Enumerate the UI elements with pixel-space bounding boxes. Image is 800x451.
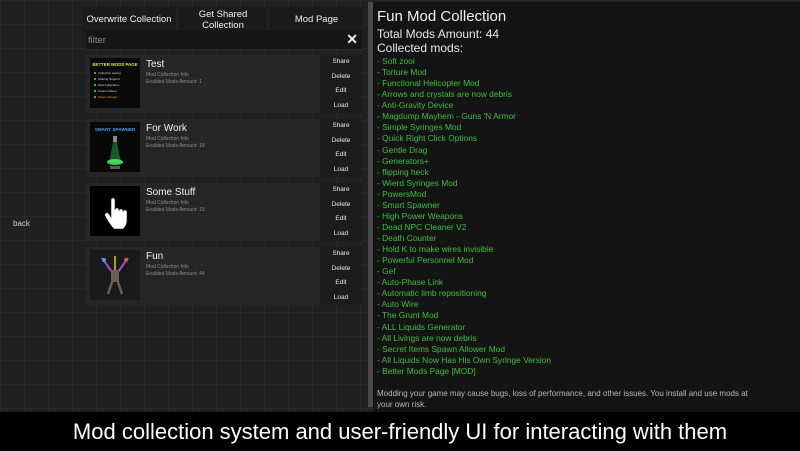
mod-list-item: - Auto Wire [377, 299, 419, 310]
load-button[interactable]: Load [320, 291, 362, 306]
total-mods-count: Total Mods Amount: 44 [377, 27, 500, 41]
collection-info-label: Mod Collection Info [146, 264, 189, 270]
mod-list-item: - Magdump Mayhem - Guns 'N Armor [377, 111, 516, 122]
collection-details-panel: Fun Mod Collection Total Mods Amount: 44… [373, 2, 800, 412]
get-shared-collection-button[interactable]: Get Shared Collection [179, 7, 267, 32]
mod-list-item: - Hold K to make wires invisible [377, 244, 494, 255]
mod-list-item: - High Power Weapons [377, 210, 463, 221]
thumb-line: Collection saving [98, 71, 121, 75]
collection-actions: Share Delete Edit Load [320, 183, 362, 241]
mod-list-item: - Simple Syringes Mod [377, 122, 462, 133]
collection-card-some-stuff[interactable]: Some Stuff Mod Collection Info Enabled M… [86, 183, 362, 241]
mod-list-item: - Smart Spawner [377, 199, 440, 210]
share-button[interactable]: Share [320, 55, 362, 70]
mod-list-item: - Arrows and crystals are now debris [377, 89, 512, 100]
collection-info: Mod Collection Info Enabled Mods Amount:… [146, 72, 202, 86]
filter-bar: ✕ [86, 30, 362, 50]
delete-button[interactable]: Delete [320, 262, 362, 277]
mod-list-item: - Functional Helicopter Mod [377, 78, 480, 89]
mod-list-item: - Torture Mod [377, 67, 427, 78]
load-button[interactable]: Load [320, 163, 362, 178]
mod-list-item: - Anti-Gravity Device [377, 100, 454, 111]
edit-button[interactable]: Edit [320, 148, 362, 163]
hand-cursor-icon [90, 186, 140, 236]
mod-list-item: - Automatic limb repositioning [377, 288, 487, 299]
mod-list-item: - Auto-Phase Link [377, 277, 444, 288]
collection-enabled-count: Enabled Mods Amount: 44 [146, 271, 205, 277]
collection-actions: Share Delete Edit Load [320, 119, 362, 177]
video-caption: Mod collection system and user-friendly … [0, 412, 800, 451]
share-button[interactable]: Share [320, 247, 362, 262]
mod-list-item: - The Grunt Mod [377, 310, 439, 321]
edit-button[interactable]: Edit [320, 276, 362, 291]
thumb-line: Custom Menu [98, 89, 117, 93]
collection-name: Some Stuff [146, 187, 196, 198]
thumb-title: SMART SPAWNER [95, 127, 136, 132]
collection-info-label: Mod Collection Info [146, 136, 189, 142]
thumb-title: BETTER MODS PAGE [92, 62, 137, 67]
thumb-line: Mod Collections [98, 83, 120, 87]
collection-enabled-count: Enabled Mods Amount: 1 [146, 79, 202, 85]
collection-enabled-count: Enabled Mods Amount: 15 [146, 207, 205, 213]
mod-list-item: - Secret Items Spawn Allower Mod [377, 343, 506, 354]
collection-enabled-count: Enabled Mods Amount: 18 [146, 143, 205, 149]
collection-actions: Share Delete Edit Load [320, 247, 362, 305]
ragdoll-image [90, 250, 140, 300]
collection-title: Fun Mod Collection [377, 8, 507, 25]
collection-info: Mod Collection Info Enabled Mods Amount:… [146, 200, 205, 214]
delete-button[interactable]: Delete [320, 198, 362, 213]
share-button[interactable]: Share [320, 183, 362, 198]
mod-list[interactable]: - Soft zooi - Torture Mod - Functional Hel… [377, 56, 787, 381]
edit-button[interactable]: Edit [320, 84, 362, 99]
smart-spawner-image: SMART SPAWNER [90, 122, 140, 172]
better-mods-page-image: BETTER MODS PAGE Collection saving Shari… [90, 58, 140, 108]
thumb-line: Sharing Support [98, 77, 120, 81]
delete-button[interactable]: Delete [320, 134, 362, 149]
overwrite-collection-button[interactable]: Overwrite Collection [82, 7, 176, 32]
share-button[interactable]: Share [320, 119, 362, 134]
collections-panel: Overwrite Collection Get Shared Collecti… [82, 4, 366, 305]
thumb-line: Other changes [98, 95, 118, 99]
edit-button[interactable]: Edit [320, 212, 362, 227]
load-button[interactable]: Load [320, 99, 362, 114]
mod-list-item: - All Liquids Now Has His Own Syringe Ve… [377, 354, 552, 365]
delete-button[interactable]: Delete [320, 70, 362, 85]
collection-info-label: Mod Collection Info [146, 72, 189, 78]
mod-list-item: - All Livings are now debris [377, 332, 477, 343]
collection-card-fun[interactable]: Fun Mod Collection Info Enabled Mods Amo… [86, 247, 362, 305]
load-button[interactable]: Load [320, 227, 362, 242]
collection-card-test[interactable]: BETTER MODS PAGE Collection saving Shari… [86, 55, 362, 113]
mod-list-item: - Gentle Drag [377, 144, 428, 155]
close-icon[interactable]: ✕ [346, 31, 358, 48]
mod-list-item: - Death Counter [377, 233, 437, 243]
filter-input[interactable] [88, 33, 338, 47]
collection-info: Mod Collection Info Enabled Mods Amount:… [146, 264, 205, 278]
modding-disclaimer: Modding your game may cause bugs, loss o… [377, 389, 748, 409]
mod-page-button[interactable]: Mod Page [270, 7, 363, 32]
collection-actions: Share Delete Edit Load [320, 55, 362, 113]
collected-mods-label: Collected mods: [377, 41, 464, 55]
collection-card-for-work[interactable]: SMART SPAWNER For Work Mod Collection In… [86, 119, 362, 177]
mod-list-item: - Wierd Syringes Mod [377, 177, 458, 188]
mod-list-item: - Powerful Personnel Mod [377, 255, 474, 266]
mod-list-item: - Soft zooi [377, 56, 415, 66]
mod-list-item: - Quick Right Click Options [377, 133, 478, 144]
collection-info-label: Mod Collection Info [146, 200, 189, 206]
mod-list-item: - Generators+ [377, 155, 429, 166]
mod-list-item: - Better Mods Page [MOD] [377, 365, 476, 376]
collection-name: For Work [146, 123, 187, 134]
mod-list-item: - flipping heck [377, 166, 429, 177]
back-button[interactable]: back [13, 219, 30, 228]
collection-info: Mod Collection Info Enabled Mods Amount:… [146, 136, 205, 150]
mod-list-item: - Dead NPC Cleaner V2 [377, 221, 467, 232]
mod-list-item: - PowersMod [377, 188, 427, 199]
collection-name: Fun [146, 251, 164, 262]
mod-list-item: - Gef [377, 266, 396, 277]
collection-name: Test [146, 59, 165, 70]
mod-list-item: - ALL Liquids Generator [377, 321, 466, 332]
